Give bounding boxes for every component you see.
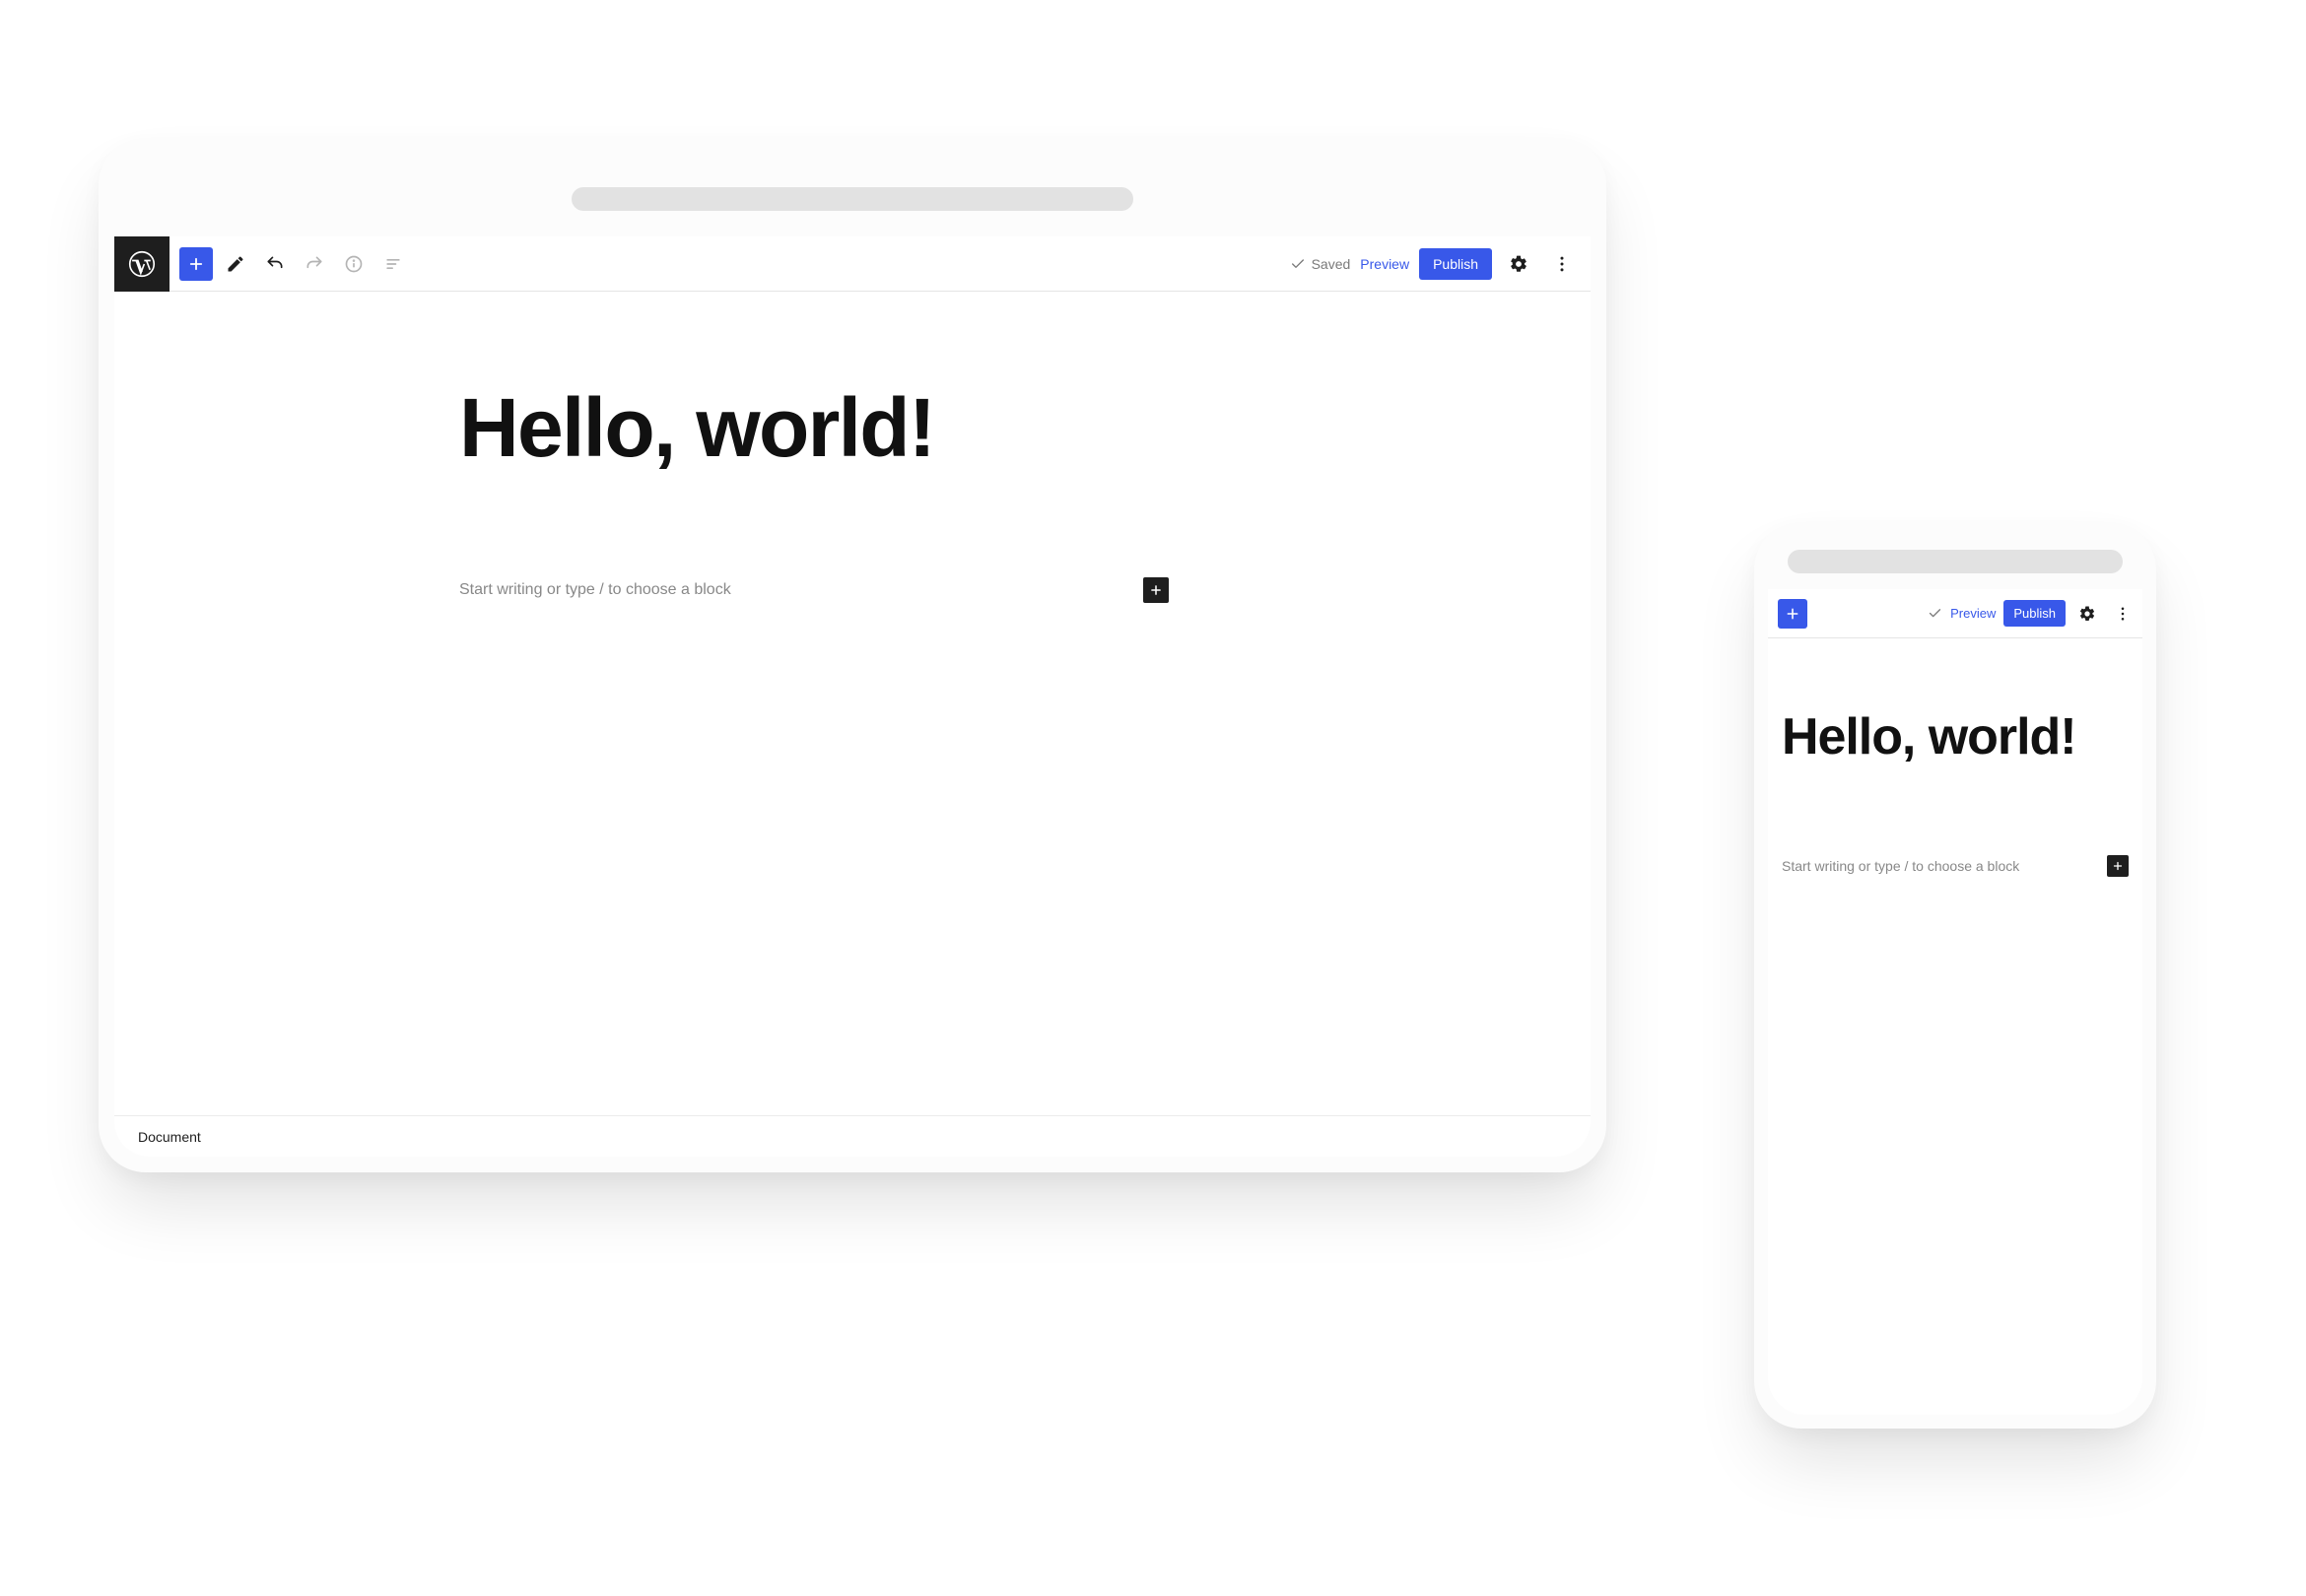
- more-options-button[interactable]: [2109, 600, 2136, 628]
- editor-toolbar: Saved Preview Publish: [114, 236, 1591, 292]
- add-block-button[interactable]: [179, 247, 213, 281]
- publish-button[interactable]: Publish: [1419, 248, 1492, 280]
- publish-button[interactable]: Publish: [2003, 600, 2066, 627]
- gear-icon: [2078, 605, 2096, 623]
- save-status: [1928, 606, 1942, 621]
- preview-button[interactable]: Preview: [1950, 606, 1996, 621]
- block-placeholder-text[interactable]: Start writing or type / to choose a bloc…: [459, 581, 1143, 599]
- wordpress-icon: [128, 250, 156, 278]
- editor-canvas[interactable]: Hello, world! Start writing or type / to…: [1768, 638, 2142, 1415]
- editor-canvas[interactable]: Hello, world! Start writing or type / to…: [114, 292, 1591, 1115]
- undo-button[interactable]: [258, 247, 292, 281]
- post-title-input[interactable]: Hello, world!: [1782, 707, 2129, 766]
- settings-button[interactable]: [2073, 600, 2101, 628]
- phone-device-frame: Preview Publish Hello, world! Start writ…: [1754, 522, 2156, 1429]
- toolbar-right-group: Saved Preview Publish: [1290, 247, 1583, 281]
- gear-icon: [1509, 254, 1528, 274]
- empty-block-row: Start writing or type / to choose a bloc…: [1782, 855, 2129, 877]
- more-options-button[interactable]: [1545, 247, 1579, 281]
- breadcrumb[interactable]: Document: [138, 1129, 201, 1145]
- toolbar-right-group: Preview Publish: [1928, 600, 2136, 628]
- plus-icon: [2112, 860, 2124, 872]
- plus-icon: [1785, 606, 1800, 622]
- edit-mode-button[interactable]: [219, 247, 252, 281]
- undo-icon: [265, 254, 285, 274]
- tablet-device-frame: Saved Preview Publish Hello, world! Star…: [99, 138, 1606, 1172]
- redo-icon: [305, 254, 324, 274]
- redo-button[interactable]: [298, 247, 331, 281]
- settings-button[interactable]: [1502, 247, 1535, 281]
- inline-add-block-button[interactable]: [1143, 577, 1169, 603]
- more-vertical-icon: [2114, 605, 2132, 623]
- empty-block-row: Start writing or type / to choose a bloc…: [459, 577, 1169, 603]
- plus-icon: [187, 255, 205, 273]
- info-icon: [344, 254, 364, 274]
- block-placeholder-text[interactable]: Start writing or type / to choose a bloc…: [1782, 858, 2107, 874]
- details-button[interactable]: [337, 247, 371, 281]
- editor-footer: Document: [114, 1115, 1591, 1157]
- save-status-label: Saved: [1312, 256, 1351, 272]
- list-icon: [383, 254, 403, 274]
- wordpress-logo-button[interactable]: [114, 236, 170, 292]
- outline-button[interactable]: [376, 247, 410, 281]
- more-vertical-icon: [1552, 254, 1572, 274]
- toolbar-left-group: [170, 247, 410, 281]
- add-block-button[interactable]: [1778, 599, 1807, 629]
- save-status: Saved: [1290, 256, 1351, 272]
- check-icon: [1290, 256, 1306, 272]
- pencil-icon: [226, 254, 245, 274]
- tablet-app-viewport: Saved Preview Publish Hello, world! Star…: [114, 236, 1591, 1157]
- preview-button[interactable]: Preview: [1360, 256, 1409, 272]
- phone-app-viewport: Preview Publish Hello, world! Start writ…: [1768, 589, 2142, 1415]
- post-title-input[interactable]: Hello, world!: [459, 380, 934, 476]
- phone-speaker-bar: [1788, 550, 2123, 573]
- inline-add-block-button[interactable]: [2107, 855, 2129, 877]
- plus-icon: [1149, 583, 1163, 597]
- editor-toolbar: Preview Publish: [1768, 589, 2142, 638]
- tablet-speaker-bar: [572, 187, 1133, 211]
- check-icon: [1928, 606, 1942, 621]
